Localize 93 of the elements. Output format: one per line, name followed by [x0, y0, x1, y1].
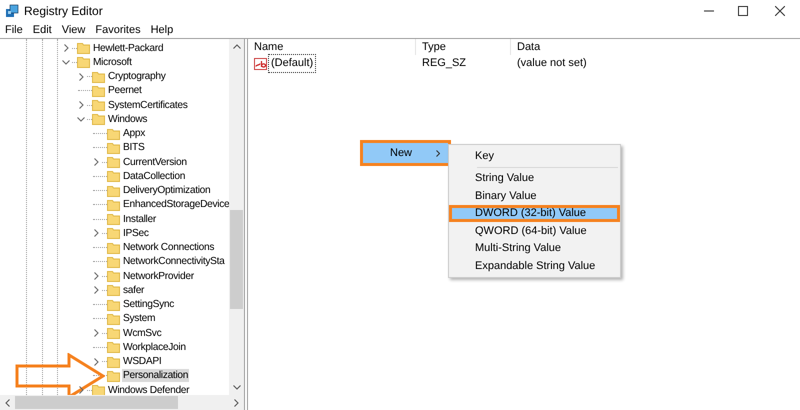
scroll-down-icon[interactable] — [232, 385, 240, 390]
app-icon — [5, 4, 19, 18]
horizontal-scrollbar[interactable] — [0, 395, 244, 410]
tree-item[interactable]: NetworkConnectivitySta — [122, 255, 226, 268]
menu-item[interactable]: File — [0, 22, 28, 38]
tree-item[interactable]: safer — [122, 284, 146, 297]
folder-icon — [107, 327, 120, 340]
menu-item[interactable]: String Value — [449, 170, 620, 187]
folder-icon — [107, 213, 120, 226]
scroll-left-icon[interactable] — [5, 398, 10, 406]
folder-icon — [107, 370, 120, 382]
tree-item[interactable]: BITS — [122, 141, 146, 154]
chevron-right-icon[interactable] — [94, 272, 98, 280]
tree-item[interactable]: DataCollection — [122, 170, 186, 183]
folder-icon — [107, 298, 120, 311]
chevron-down-icon[interactable] — [77, 116, 85, 122]
folder-icon — [107, 170, 120, 182]
chevron-right-icon[interactable] — [94, 229, 98, 238]
chevron-right-icon[interactable] — [64, 44, 68, 52]
menu-item[interactable]: Help — [146, 22, 178, 38]
chevron-right-icon[interactable] — [94, 286, 98, 294]
tree-item[interactable]: Personalization — [122, 369, 190, 382]
folder-icon — [107, 242, 120, 254]
tree-item[interactable]: System — [122, 312, 156, 326]
table-cell: REG_SZ — [422, 57, 466, 70]
scroll-thumb[interactable] — [230, 210, 243, 309]
table-cell[interactable]: (Default) — [268, 54, 316, 73]
vertical-scrollbar[interactable] — [229, 39, 244, 395]
folder-icon — [92, 70, 105, 83]
chevron-right-icon[interactable] — [94, 358, 98, 366]
chevron-down-icon[interactable] — [62, 60, 70, 65]
folder-icon — [107, 341, 120, 354]
folder-icon — [107, 356, 120, 368]
tree-item[interactable]: Network Connections — [122, 241, 216, 254]
tree-item[interactable]: WorkplaceJoin — [122, 340, 187, 354]
menu-item[interactable]: Binary Value — [449, 187, 620, 204]
tree-item[interactable]: Microsoft — [92, 56, 133, 69]
menu-item[interactable]: Multi-String Value — [449, 240, 620, 257]
folder-icon — [107, 256, 120, 268]
column-header[interactable]: Type — [422, 38, 446, 56]
menu-item[interactable]: Edit — [28, 22, 57, 38]
folder-icon — [107, 156, 120, 168]
scroll-right-icon[interactable] — [234, 398, 239, 406]
tree-item[interactable]: Appx — [122, 127, 146, 140]
tree-item[interactable]: Cryptography — [107, 70, 167, 84]
folder-icon — [92, 113, 105, 126]
tree-item[interactable]: WcmSvc — [122, 326, 162, 340]
chevron-right-icon[interactable] — [78, 72, 84, 81]
folder-icon — [107, 284, 120, 296]
tree-item[interactable]: Peernet — [107, 84, 143, 98]
folder-icon — [77, 56, 90, 68]
folder-icon — [107, 142, 120, 154]
folder-icon — [107, 312, 120, 325]
tree-item[interactable]: EnhancedStorageDevice — [122, 198, 229, 212]
folder-icon — [107, 270, 120, 282]
table-cell: (value not set) — [517, 57, 587, 70]
chevron-right-icon[interactable] — [94, 158, 98, 166]
folder-icon — [107, 184, 120, 197]
tree-item[interactable]: CurrentVersion — [122, 156, 188, 169]
tree-item[interactable]: Windows — [107, 112, 148, 126]
tree-item[interactable]: SystemCertificates — [107, 98, 189, 112]
column-header[interactable]: Data — [517, 38, 540, 56]
chevron-right-icon[interactable] — [94, 329, 98, 338]
string-value-icon — [254, 58, 267, 70]
folder-icon — [92, 84, 105, 97]
maximize-icon — [738, 6, 748, 16]
tree-item[interactable]: Hewlett-Packard — [92, 42, 164, 55]
menu-item[interactable]: Key — [449, 147, 620, 164]
menu-item[interactable]: QWORD (64-bit) Value — [449, 222, 620, 240]
chevron-right-icon[interactable] — [78, 101, 84, 110]
tree-item[interactable]: SettingSync — [122, 298, 176, 312]
tree-item[interactable]: NetworkProvider — [122, 270, 195, 283]
folder-icon — [77, 42, 90, 54]
menu-item[interactable]: New — [360, 140, 451, 166]
tree-item[interactable]: DeliveryOptimization — [122, 184, 212, 198]
column-header[interactable]: Name — [254, 38, 284, 56]
chevron-right-icon[interactable] — [78, 386, 84, 394]
folder-icon — [107, 128, 120, 140]
tree-item[interactable]: IPSec — [122, 226, 150, 240]
folder-icon — [107, 227, 120, 240]
menu-item[interactable]: Favorites — [90, 22, 146, 38]
close-icon — [775, 6, 785, 16]
folder-icon — [92, 99, 105, 112]
menu-item[interactable]: View — [56, 22, 90, 38]
window-title: Registry Editor — [24, 3, 103, 20]
menu-item[interactable]: Expandable String Value — [449, 257, 620, 274]
menu-item[interactable]: DWORD (32-bit) Value — [449, 204, 620, 222]
tree-item[interactable]: WSDAPI — [122, 355, 162, 368]
scroll-thumb[interactable] — [15, 396, 178, 409]
scroll-up-icon[interactable] — [232, 44, 240, 49]
tree-item[interactable]: Windows Defender — [107, 384, 190, 395]
tree-item[interactable]: Installer — [122, 212, 157, 226]
folder-icon — [107, 198, 120, 211]
